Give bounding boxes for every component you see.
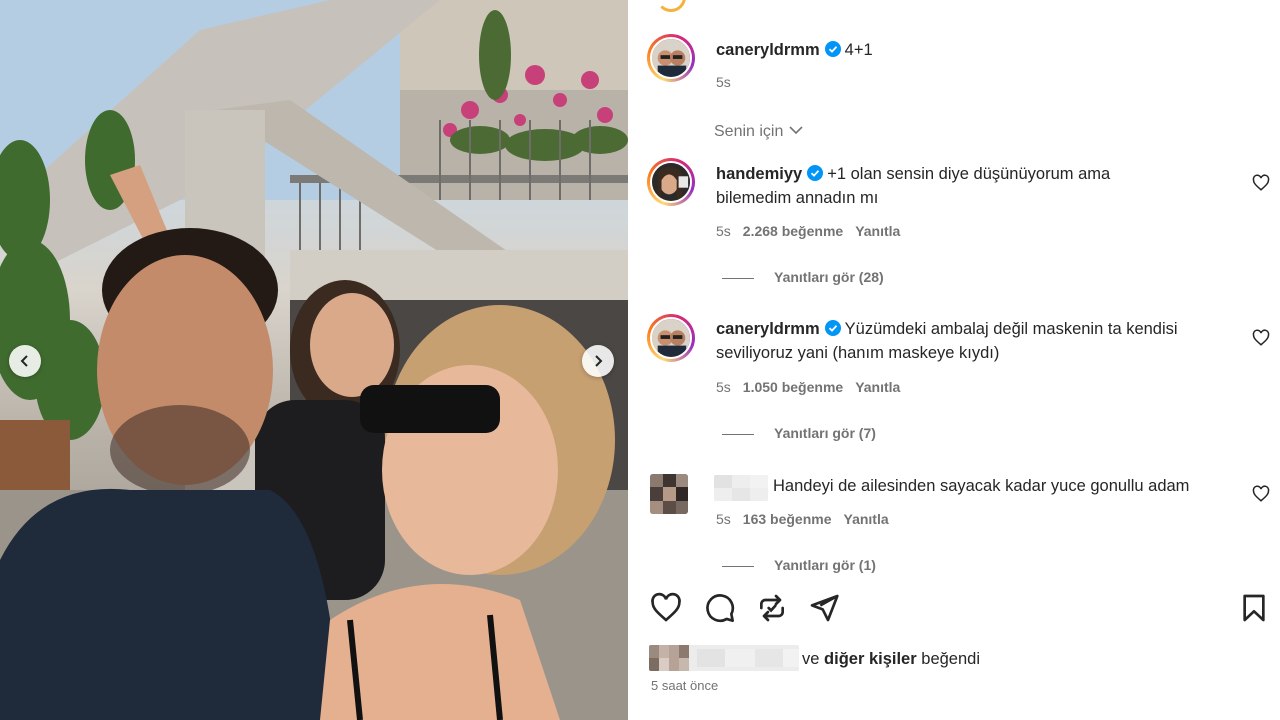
chevron-left-icon [20,355,28,367]
story-ring [656,0,686,12]
comment-2-likes[interactable]: 1.050 beğenme [743,379,843,395]
comment-filter[interactable]: Senin için [714,123,803,141]
comment-3-avatar[interactable] [650,474,688,514]
send-icon[interactable] [808,592,840,624]
post-photo[interactable] [0,0,628,720]
likes-prefix: ve [802,650,820,668]
comment-2-time: 5s [716,379,731,395]
comment-1-likes[interactable]: 2.268 beğenme [743,223,843,239]
caption-line: caneryldrmm 4+1 [716,38,873,62]
comment-1-time: 5s [716,223,731,239]
caption-text: 4+1 [844,41,873,59]
comment-2-text-2: seviliyoruz yani (hanım maskeye kıydı) [716,344,1000,362]
comment-1-text-2: bilemedim annadın mı [716,189,879,207]
verified-badge-icon [807,165,824,181]
post-timestamp[interactable]: 5 saat önce [651,678,718,693]
likes-others-link[interactable]: diğer kişiler [824,650,917,668]
verified-badge-icon [824,320,841,336]
divider [722,565,754,567]
blurred-likers-image [649,645,799,671]
likes-summary: ve diğer kişiler beğendi [802,647,980,671]
comment-2-username[interactable]: caneryldrmm [716,320,820,338]
comment-1-text-1: +1 olan sensin diye düşünüyorum ama [827,165,1111,183]
comment-icon[interactable] [704,592,736,624]
verified-badge-icon [824,41,841,57]
comment-3-like-icon[interactable] [1252,485,1270,503]
comment-3-likes[interactable]: 163 beğenme [743,511,832,527]
comment-2-view-replies[interactable]: Yanıtları gör (7) [722,425,876,441]
comment-1-view-replies-label: Yanıtları gör (28) [774,269,884,285]
comment-3-time: 5s [716,511,731,527]
comment-1-username[interactable]: handemiyy [716,165,802,183]
selfie-photo [0,0,628,720]
comment-3-text: Handeyi de ailesinden sayacak kadar yuce… [773,477,1190,495]
author-avatar-image [652,39,690,77]
repost-icon[interactable] [756,592,788,624]
comment-3-view-replies-label: Yanıtları gör (1) [774,557,876,573]
divider [722,433,754,435]
comment-1-line-1: handemiyy +1 olan sensin diye düşünüyorum… [716,162,1110,186]
next-photo-button[interactable] [582,345,614,377]
comment-1-like-icon[interactable] [1252,174,1270,192]
comment-1-view-replies[interactable]: Yanıtları gör (28) [722,269,884,285]
bookmark-icon[interactable] [1238,592,1270,624]
comment-2-line-1: caneryldrmm Yüzümdeki ambalaj değil maske… [716,317,1178,341]
author-avatar[interactable] [647,34,695,82]
author-username[interactable]: caneryldrmm [716,41,820,59]
comment-3-reply-button[interactable]: Yanıtla [844,511,889,527]
comment-3-view-replies[interactable]: Yanıtları gör (1) [722,557,876,573]
chevron-right-icon [595,355,603,367]
blurred-username[interactable] [714,475,768,501]
likes-suffix: beğendi [921,650,980,668]
heart-icon[interactable] [650,592,682,624]
previous-photo-button[interactable] [9,345,41,377]
blurred-username-image [714,475,768,501]
blurred-avatar-image [650,474,688,514]
comment-2-like-icon[interactable] [1252,329,1270,347]
caption-time: 5s [716,74,731,90]
comment-2-view-replies-label: Yanıtları gör (7) [774,425,876,441]
comment-2-avatar-image [652,319,690,357]
comment-1-meta: 5s 2.268 beğenme Yanıtla [716,223,912,239]
comment-2-text-1: Yüzümdeki ambalaj değil maskenin ta kend… [844,320,1178,338]
comment-1-avatar[interactable] [647,158,695,206]
comment-filter-label: Senin için [714,123,784,140]
comments-panel: caneryldrmm 4+1 5s Senin için handemiyy +1… [628,0,1280,720]
comment-2-meta: 5s 1.050 beğenme Yanıtla [716,379,912,395]
chevron-down-icon [789,126,803,135]
comment-2-avatar[interactable] [647,314,695,362]
blurred-likers[interactable] [649,645,799,671]
comment-1-reply-button[interactable]: Yanıtla [855,223,900,239]
comment-1-avatar-image [652,163,690,201]
comment-3-meta: 5s 163 beğenme Yanıtla [716,511,901,527]
comment-2-reply-button[interactable]: Yanıtla [855,379,900,395]
divider [722,277,754,279]
